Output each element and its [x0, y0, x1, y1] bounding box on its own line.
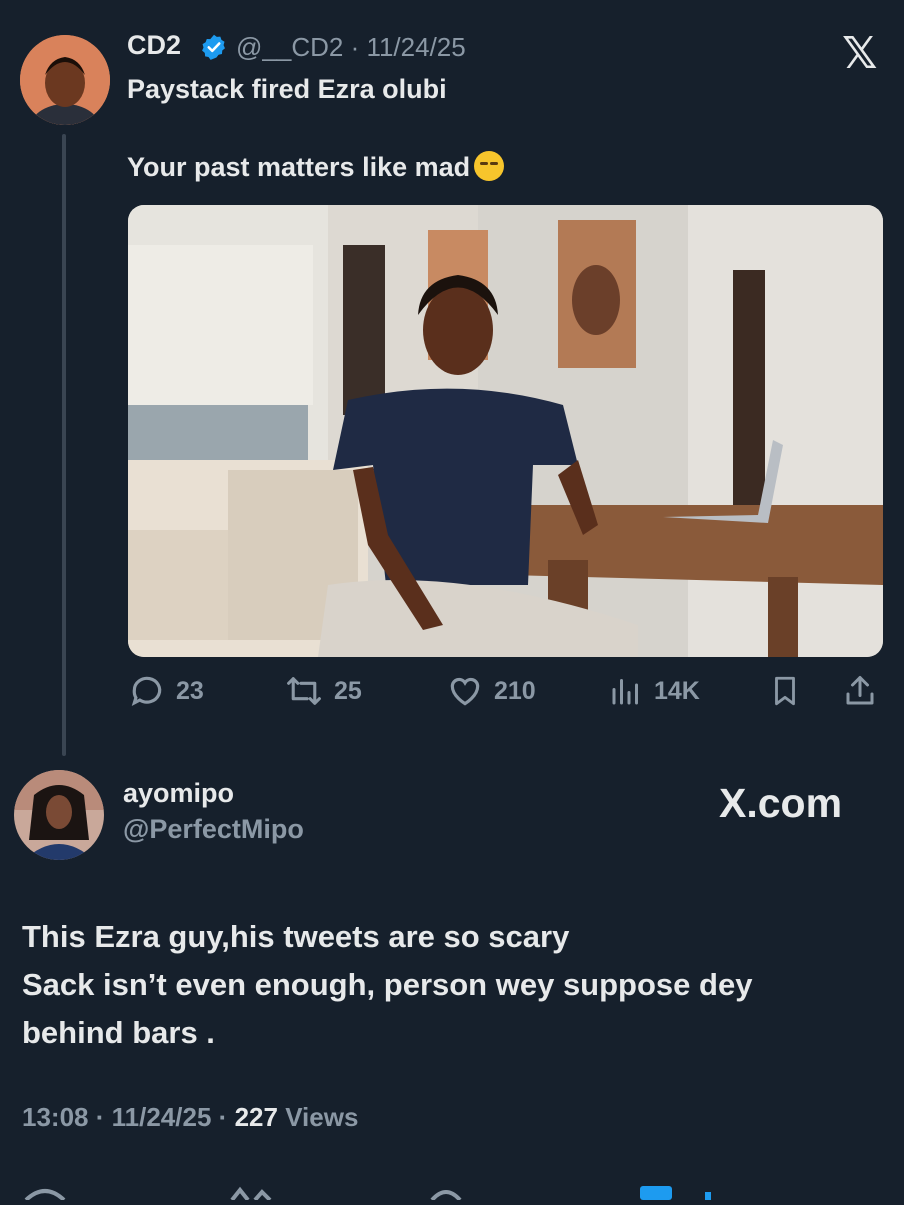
quoted-text-line2: Your past matters like mad	[127, 151, 505, 183]
x-logo-icon: 𝕏	[842, 29, 878, 78]
like-action[interactable]: 210	[446, 672, 536, 710]
reply-handle[interactable]: @PerfectMipo	[123, 814, 304, 845]
like-count: 210	[494, 676, 536, 705]
heart-icon	[450, 677, 480, 706]
quoted-date: · 11/24/25	[350, 32, 466, 62]
reply-text-line: behind bars .	[22, 1015, 215, 1050]
separator-dot: ·	[95, 1102, 105, 1132]
share-icon	[846, 676, 874, 705]
reply-display-name[interactable]: ayomipo	[123, 778, 234, 809]
repost-icon	[287, 677, 321, 705]
quoted-meta: @__CD2 · 11/24/25	[236, 32, 466, 63]
views-action[interactable]: 14K	[608, 672, 700, 710]
tweet-photo[interactable]	[128, 205, 883, 657]
quoted-author-avatar[interactable]	[20, 35, 110, 125]
quoted-text-line2-text: Your past matters like mad	[127, 152, 471, 182]
loudly-crying-face-icon	[474, 151, 505, 181]
repost-count: 25	[334, 676, 362, 705]
quoted-handle[interactable]: @__CD2	[236, 32, 343, 62]
bookmark-icon	[775, 676, 795, 706]
views-count: 14K	[654, 676, 700, 705]
reply-icon	[131, 676, 162, 706]
quoted-text-line1: Paystack fired Ezra olubi	[127, 74, 447, 104]
repost-action[interactable]: 25	[284, 672, 362, 710]
separator-dot: ·	[218, 1102, 228, 1132]
quoted-action-bar: 23 25 210 14K	[128, 672, 883, 716]
reply-action[interactable]: 23	[128, 672, 204, 710]
analytics-icon	[612, 679, 638, 705]
reply-text-line: This Ezra guy,his tweets are so scary	[22, 919, 570, 954]
share-action[interactable]	[842, 672, 878, 710]
reply-count: 23	[176, 676, 204, 705]
x-com-watermark: X.com	[719, 780, 843, 826]
verified-badge-icon	[202, 34, 225, 60]
reply-views-label: Views	[285, 1102, 359, 1132]
bookmark-action[interactable]	[768, 672, 802, 710]
thread-connector-line	[62, 134, 66, 756]
reply-footer: 13:08 · 11/24/25 · 227 Views	[22, 1102, 358, 1133]
reply-text-line: Sack isn’t even enough, person wey suppo…	[22, 967, 753, 1002]
reply-author-avatar[interactable]	[14, 770, 104, 860]
bottom-action-bar-partial	[0, 1180, 904, 1202]
photo-illustration	[128, 205, 883, 657]
partial-action-icons	[24, 1186, 711, 1202]
reply-date[interactable]: 11/24/25	[112, 1102, 212, 1132]
reply-views-count: 227	[234, 1102, 278, 1132]
reply-text: This Ezra guy,his tweets are so scary Sa…	[22, 913, 882, 1057]
reply-time[interactable]: 13:08	[22, 1102, 89, 1132]
quoted-author-name[interactable]: CD2	[127, 30, 181, 61]
